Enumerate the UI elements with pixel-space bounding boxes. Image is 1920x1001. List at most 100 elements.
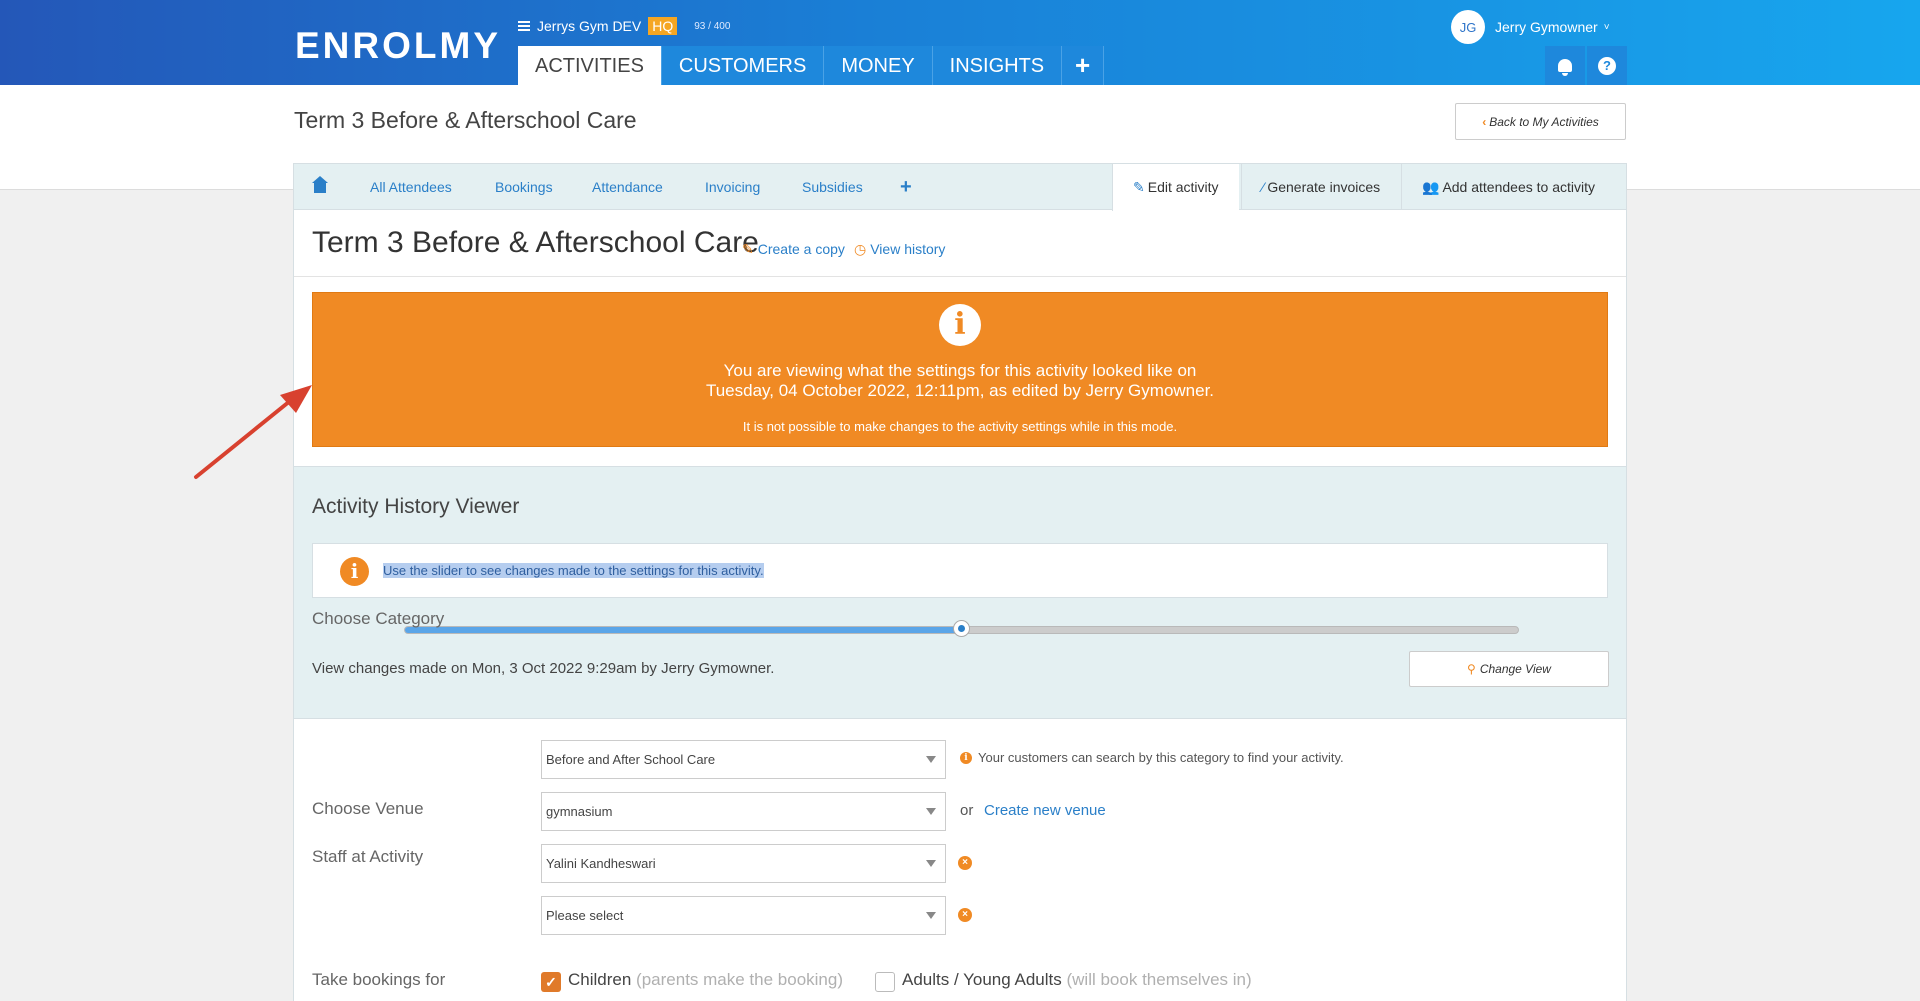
staff-2-value: Please select [546,908,624,923]
divider [294,276,1626,277]
add-tab-button[interactable]: + [900,164,912,210]
warning-line-3: It is not possible to make changes to th… [742,419,1178,434]
view-history-link[interactable]: ◷ View history [854,241,945,258]
children-note: (parents make the booking) [636,970,843,989]
remove-staff-2-icon[interactable]: × [958,908,972,922]
avatar[interactable]: JG [1451,10,1485,44]
create-copy-link[interactable]: ✎ Create a copy [742,241,845,258]
user-menu[interactable]: JG Jerry Gymowner ˅ [1451,10,1610,44]
help-icon: ? [1598,56,1616,75]
changes-description: View changes made on Mon, 3 Oct 2022 9:2… [312,660,775,677]
activity-card: All Attendees Bookings Attendance Invoic… [293,163,1627,1001]
staff-1-value: Yalini Kandheswari [546,856,656,871]
info-icon: i [340,557,369,586]
back-to-activities-button[interactable]: ‹ Back to My Activities [1455,103,1626,140]
staff-label: Staff at Activity [312,847,424,866]
remove-staff-1-icon[interactable]: × [958,856,972,870]
nav-add-button[interactable]: + [1062,46,1105,85]
generate-invoices-label: Generate invoices [1267,179,1381,195]
pencil-icon: ✎ [1133,179,1145,195]
dropdown-arrow-icon [926,860,936,867]
staff-select-2[interactable]: Please select [541,896,946,935]
chevron-left-icon: ‹ [1482,114,1487,129]
notifications-button[interactable] [1545,46,1585,85]
venue-value: gymnasium [546,804,613,819]
pencil-icon: ✎ [742,241,754,257]
change-view-label: Change View [1479,662,1551,676]
adults-label: Adults / Young Adults [902,970,1062,989]
add-attendees-tab[interactable]: 👥 Add attendees to activity [1401,164,1615,210]
category-value: Before and After School Care [546,752,716,767]
hq-badge: HQ [648,17,678,35]
bell-icon [1558,59,1572,76]
dropdown-arrow-icon [926,912,936,919]
nav-tab-insights[interactable]: INSIGHTS [932,46,1063,85]
change-view-button[interactable]: ⚲ Change View [1409,651,1609,687]
category-select[interactable]: Before and After School Care [541,740,946,779]
checkmark-icon: ✓ [545,974,557,990]
clock-icon: ◷ [854,241,867,257]
warning-line-1: You are viewing what the settings for th… [723,361,1197,380]
info-icon: i [939,304,981,346]
bookings-for-label: Take bookings for [312,970,446,989]
org-switcher[interactable]: Jerrys Gym DEV HQ 93 / 400 [518,17,730,35]
info-icon: i [960,751,972,764]
nav-tab-customers[interactable]: CUSTOMERS [661,46,825,85]
dropdown-arrow-icon [926,808,936,815]
staff-select-1[interactable]: Yalini Kandheswari [541,844,946,883]
back-button-label: Back to My Activities [1489,114,1599,129]
annotation-arrow-icon [194,385,312,479]
slider-hint-text: Use the slider to see changes made to th… [383,563,764,578]
view-history-label: View history [870,241,946,257]
magic-wand-icon: ⁄ [1262,179,1265,195]
tab-invoicing[interactable]: Invoicing [705,164,760,210]
help-button[interactable]: ? [1587,46,1627,85]
history-slider-handle[interactable] [952,620,970,637]
venue-label: Choose Venue [312,799,424,818]
add-attendees-label: Add attendees to activity [1442,179,1595,195]
slider-hint-box: i Use the slider to see changes made to … [312,543,1608,598]
children-option[interactable]: Children (parents make the booking) [568,970,843,990]
user-name[interactable]: Jerry Gymowner [1495,19,1598,35]
category-note-text: Your customers can search by this catego… [978,750,1344,765]
activity-history-viewer: Activity History Viewer i Use the slider… [294,466,1626,719]
page-title: Term 3 Before & Afterschool Care [294,107,637,133]
nav-tab-money[interactable]: MONEY [824,46,933,85]
enrolmy-logo[interactable]: ENROLMY [295,25,501,67]
dropdown-arrow-icon [926,756,936,763]
home-icon [312,176,328,193]
top-header: ENROLMY Jerrys Gym DEV HQ 93 / 400 ACTIV… [0,0,1920,85]
edit-activity-tab[interactable]: ✎ Edit activity [1112,164,1239,211]
edit-activity-label: Edit activity [1147,179,1219,195]
activity-title: Term 3 Before & Afterschool Care [312,226,759,259]
create-copy-label: Create a copy [757,241,845,257]
hamburger-icon[interactable] [518,21,530,31]
history-mode-warning: i You are viewing what the settings for … [312,292,1608,447]
adults-checkbox[interactable] [875,972,895,992]
tab-all-attendees[interactable]: All Attendees [370,164,452,210]
users-icon: 👥 [1422,179,1440,195]
history-slider-fill [405,627,963,633]
category-label: Choose Category [312,609,445,628]
search-icon: ⚲ [1467,662,1476,676]
history-title: Activity History Viewer [312,495,520,518]
tab-attendance[interactable]: Attendance [592,164,663,210]
main-nav: ACTIVITIES CUSTOMERS MONEY INSIGHTS + [518,46,1105,85]
org-count: 93 / 400 [694,20,731,32]
or-text: or [960,802,974,819]
category-note: i Your customers can search by this cate… [960,750,1344,765]
create-venue-link[interactable]: Create new venue [984,802,1106,819]
venue-select[interactable]: gymnasium [541,792,946,831]
tab-subsidies[interactable]: Subsidies [802,164,863,210]
tab-bookings[interactable]: Bookings [495,164,553,210]
adults-note: (will book themselves in) [1066,970,1252,989]
generate-invoices-tab[interactable]: ⁄ Generate invoices [1241,164,1400,210]
children-checkbox[interactable]: ✓ [541,972,561,992]
chevron-down-icon[interactable]: ˅ [1604,22,1610,33]
home-tab[interactable] [312,164,328,210]
nav-tab-activities[interactable]: ACTIVITIES [518,46,662,85]
warning-line-2: Tuesday, 04 October 2022, 12:11pm, as ed… [705,381,1215,400]
adults-option[interactable]: Adults / Young Adults (will book themsel… [902,970,1252,990]
children-label: Children [568,970,632,989]
org-name[interactable]: Jerrys Gym DEV [537,18,641,34]
